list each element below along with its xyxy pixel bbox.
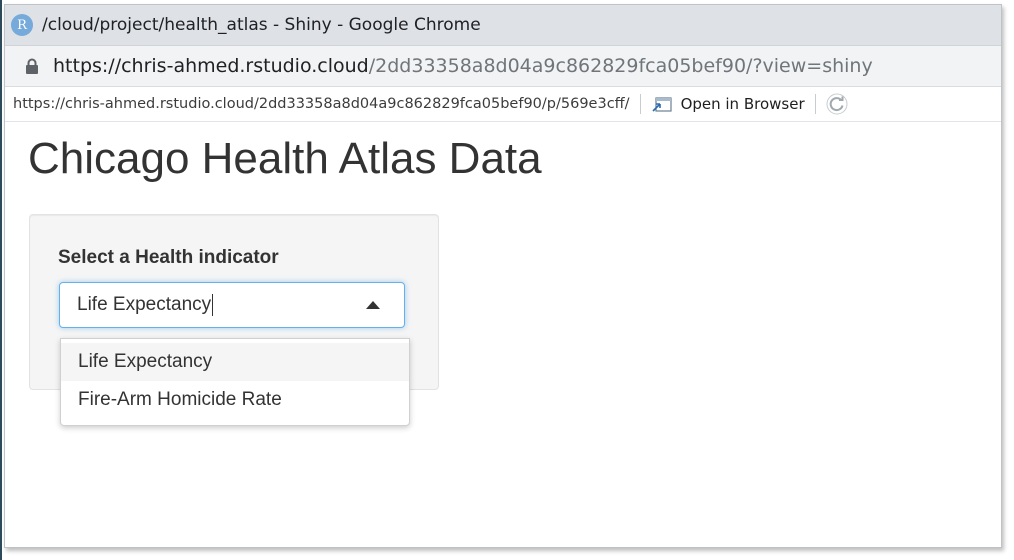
select-label: Select a Health indicator [58,247,279,268]
viewer-url[interactable]: https://chris-ahmed.rstudio.cloud/2dd333… [13,96,630,112]
option-life-expectancy[interactable]: Life Expectancy [61,343,409,381]
toolbar-divider [639,94,641,114]
caret-up-icon[interactable] [366,301,380,309]
open-in-browser-icon [651,97,672,112]
select-dropdown-menu: Life Expectancy Fire-Arm Homicide Rate [60,338,410,426]
url-host: https://chris-ahmed.rstudio.cloud [53,55,369,77]
window-edge-shadow [0,0,2,560]
shiny-viewer-toolbar: https://chris-ahmed.rstudio.cloud/2dd333… [5,87,1001,122]
health-indicator-select[interactable]: Life Expectancy [59,282,405,328]
lock-icon [26,58,38,74]
browser-window: R /cloud/project/health_atlas - Shiny - … [4,4,1002,548]
rstudio-app-icon: R [11,14,33,36]
window-title: /cloud/project/health_atlas - Shiny - Go… [42,15,481,35]
select-current-value: Life Expectancy [77,294,212,315]
option-label: Life Expectancy [78,351,213,372]
open-in-browser-button[interactable]: Open in Browser [651,95,805,113]
url-path: /2dd33358a8d04a9c862829fca05bef90/?view=… [368,55,873,77]
page-title: Chicago Health Atlas Data [28,134,542,183]
toolbar-divider-2 [814,94,816,114]
title-bar[interactable]: R /cloud/project/health_atlas - Shiny - … [5,5,1001,46]
address-url[interactable]: https://chris-ahmed.rstudio.cloud/2dd333… [53,55,873,77]
option-firearm-homicide-rate[interactable]: Fire-Arm Homicide Rate [61,381,409,419]
option-label: Fire-Arm Homicide Rate [78,389,282,410]
address-bar[interactable]: https://chris-ahmed.rstudio.cloud/2dd333… [5,46,1001,87]
text-cursor [212,294,214,316]
open-in-browser-label: Open in Browser [680,95,805,113]
refresh-icon[interactable] [826,93,848,115]
